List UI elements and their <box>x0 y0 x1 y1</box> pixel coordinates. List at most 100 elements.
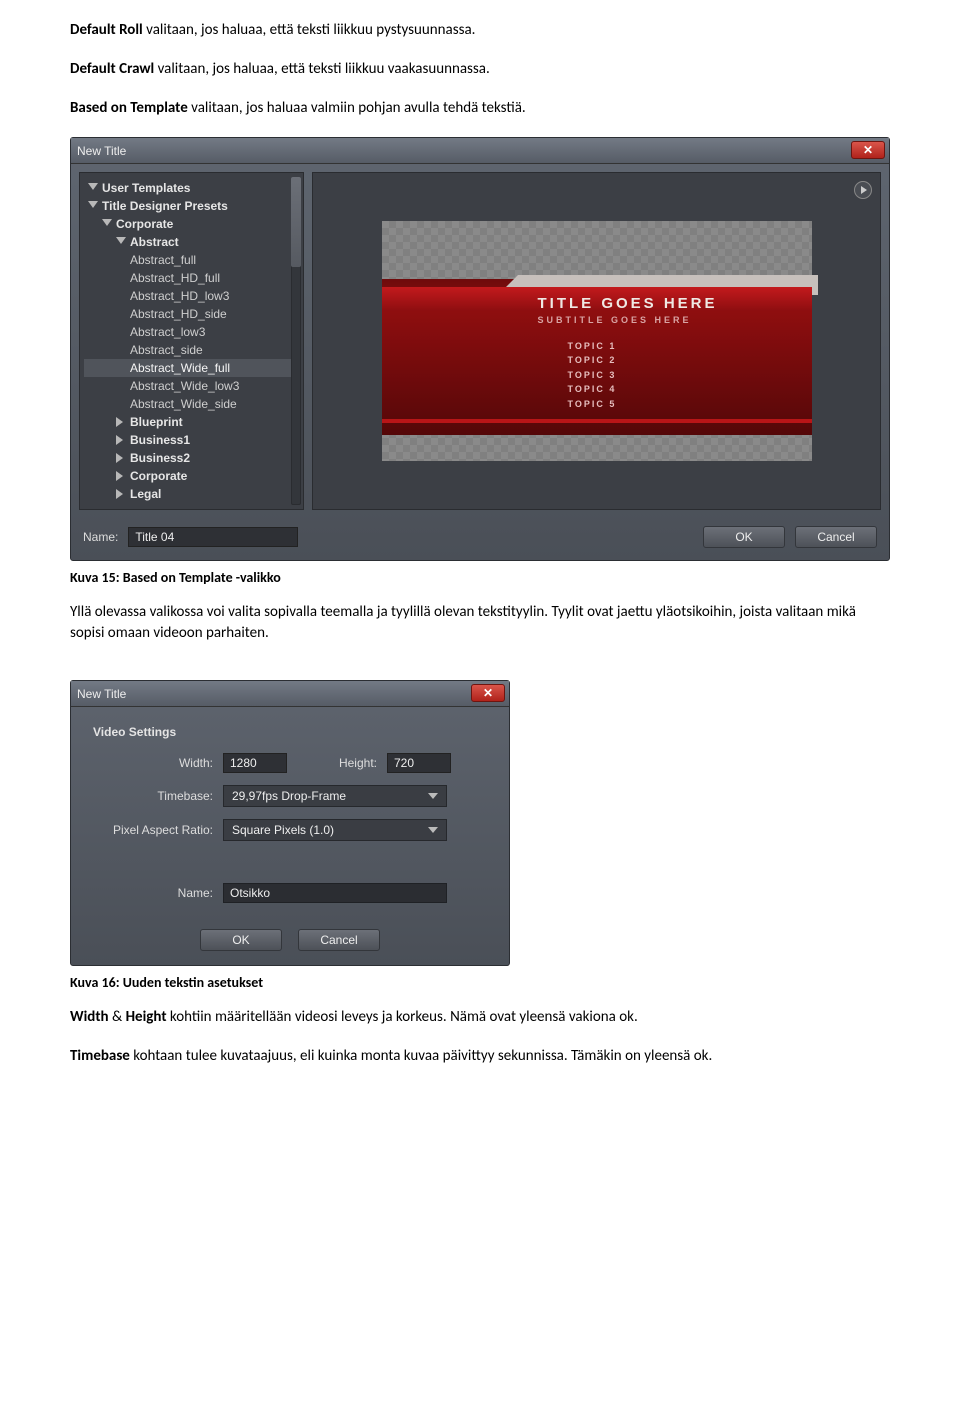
text: valitaan, jos haluaa valmiin pohjan avul… <box>188 99 526 117</box>
window-titlebar: New Title ✕ <box>71 138 889 164</box>
scrollbar-thumb[interactable] <box>291 177 301 267</box>
preview-topics: TOPIC 1 TOPIC 2 TOPIC 3 TOPIC 4 TOPIC 5 <box>568 339 617 411</box>
paragraph-based-on-template: Based on Template valitaan, jos haluaa v… <box>70 98 890 119</box>
row-name: Name: <box>93 883 487 903</box>
par-dropdown[interactable]: Square Pixels (1.0) <box>223 819 447 841</box>
par-label: Pixel Aspect Ratio: <box>93 823 223 837</box>
timebase-label: Timebase: <box>93 789 223 803</box>
chevron-down-icon <box>88 183 98 193</box>
button-label: Cancel <box>817 530 854 544</box>
tree-folder[interactable]: Legal <box>84 485 299 503</box>
tree-label: Title Designer Presets <box>102 199 228 213</box>
dropdown-value: Square Pixels (1.0) <box>232 823 334 837</box>
tree-label: Corporate <box>116 217 173 231</box>
tree-label: User Templates <box>102 181 190 195</box>
tree-item-selected[interactable]: Abstract_Wide_full <box>84 359 299 377</box>
tree-label: Legal <box>130 487 161 501</box>
text: kohtiin määritellään videosi leveys ja k… <box>167 1008 638 1026</box>
term-based-on-template: Based on Template <box>70 99 188 117</box>
paragraph-timebase: Timebase kohtaan tulee kuvataajuus, eli … <box>70 1046 890 1067</box>
row-par: Pixel Aspect Ratio: Square Pixels (1.0) <box>93 819 487 841</box>
paragraph-default-roll: Default Roll valitaan, jos haluaa, että … <box>70 20 890 41</box>
section-header-video-settings: Video Settings <box>93 725 487 739</box>
chevron-right-icon <box>116 471 126 481</box>
close-icon: ✕ <box>863 143 873 157</box>
chevron-down-icon <box>102 219 112 229</box>
tree-label: Blueprint <box>130 415 183 429</box>
chevron-down-icon <box>428 793 438 799</box>
cancel-button[interactable]: Cancel <box>795 526 877 548</box>
tree-item[interactable]: Abstract_HD_full <box>84 269 299 287</box>
tree-folder-presets[interactable]: Title Designer Presets <box>84 197 299 215</box>
template-preview: TITLE GOES HERE SUBTITLE GOES HERE TOPIC… <box>312 172 881 510</box>
term-height: Height <box>126 1008 167 1026</box>
play-button[interactable] <box>854 181 872 199</box>
height-input[interactable] <box>387 753 451 773</box>
tree-folder[interactable]: Blueprint <box>84 413 299 431</box>
paragraph-width-height: Width & Height kohtiin määritellään vide… <box>70 1007 890 1028</box>
tree-label: Business2 <box>130 451 190 465</box>
chevron-right-icon <box>116 453 126 463</box>
chevron-down-icon <box>116 237 126 247</box>
tree-folder-abstract[interactable]: Abstract <box>84 233 299 251</box>
name-label: Name: <box>83 530 118 544</box>
tree-folder[interactable]: Corporate <box>84 467 299 485</box>
tree-folder-corporate[interactable]: Corporate <box>84 215 299 233</box>
button-label: OK <box>735 530 752 544</box>
text: valitaan, jos haluaa, että teksti liikku… <box>143 21 476 39</box>
preview-title: TITLE GOES HERE <box>538 295 718 312</box>
tree-label: Abstract_Wide_side <box>130 397 237 411</box>
tree-item[interactable]: Abstract_side <box>84 341 299 359</box>
name-input[interactable] <box>128 527 298 547</box>
chevron-down-icon <box>88 201 98 211</box>
term-default-crawl: Default Crawl <box>70 60 154 78</box>
close-button[interactable]: ✕ <box>471 684 505 702</box>
tree-label: Abstract_HD_side <box>130 307 227 321</box>
ok-button[interactable]: OK <box>200 929 282 951</box>
tree-item[interactable]: Abstract_HD_low3 <box>84 287 299 305</box>
paragraph-default-crawl: Default Crawl valitaan, jos haluaa, että… <box>70 59 890 80</box>
window-title: New Title <box>77 687 126 701</box>
chevron-right-icon <box>116 489 126 499</box>
window-title: New Title <box>77 144 126 158</box>
chevron-down-icon <box>428 827 438 833</box>
ok-button[interactable]: OK <box>703 526 785 548</box>
dialog-button-row: OK Cancel <box>71 921 509 965</box>
preview-topic: TOPIC 4 <box>568 382 617 396</box>
tree-item[interactable]: Abstract_HD_side <box>84 305 299 323</box>
tree-label: Abstract_low3 <box>130 325 205 339</box>
tree-item[interactable]: Abstract_low3 <box>84 323 299 341</box>
template-tree[interactable]: User Templates Title Designer Presets Co… <box>79 172 304 510</box>
timebase-dropdown[interactable]: 29,97fps Drop-Frame <box>223 785 447 807</box>
close-button[interactable]: ✕ <box>851 141 885 159</box>
name-input[interactable] <box>223 883 447 903</box>
name-label: Name: <box>93 886 223 900</box>
tree-label: Abstract_Wide_low3 <box>130 379 239 393</box>
term-timebase: Timebase <box>70 1047 130 1065</box>
tree-item[interactable]: Abstract_Wide_side <box>84 395 299 413</box>
window-titlebar: New Title ✕ <box>71 681 509 707</box>
preview-topic: TOPIC 1 <box>568 339 617 353</box>
height-label: Height: <box>287 756 387 770</box>
cancel-button[interactable]: Cancel <box>298 929 380 951</box>
text: kohtaan tulee kuvataajuus, eli kuinka mo… <box>130 1047 712 1065</box>
row-timebase: Timebase: 29,97fps Drop-Frame <box>93 785 487 807</box>
width-label: Width: <box>93 756 223 770</box>
screenshot-new-title-settings: New Title ✕ Video Settings Width: Height… <box>70 680 510 966</box>
tree-folder[interactable]: Business1 <box>84 431 299 449</box>
tree-folder-user-templates[interactable]: User Templates <box>84 179 299 197</box>
tree-label: Corporate <box>130 469 187 483</box>
tree-item[interactable]: Abstract_full <box>84 251 299 269</box>
preview-line <box>382 419 812 423</box>
tree-folder[interactable]: Business2 <box>84 449 299 467</box>
chevron-right-icon <box>116 417 126 427</box>
tree-label: Abstract_full <box>130 253 196 267</box>
tree-label: Abstract <box>130 235 179 249</box>
chevron-right-icon <box>116 435 126 445</box>
dropdown-value: 29,97fps Drop-Frame <box>232 789 346 803</box>
figure-caption-15: Kuva 15: Based on Template -valikko <box>70 569 890 586</box>
width-input[interactable] <box>223 753 287 773</box>
dialog-footer: Name: OK Cancel <box>71 518 889 560</box>
term-default-roll: Default Roll <box>70 21 143 39</box>
tree-item[interactable]: Abstract_Wide_low3 <box>84 377 299 395</box>
